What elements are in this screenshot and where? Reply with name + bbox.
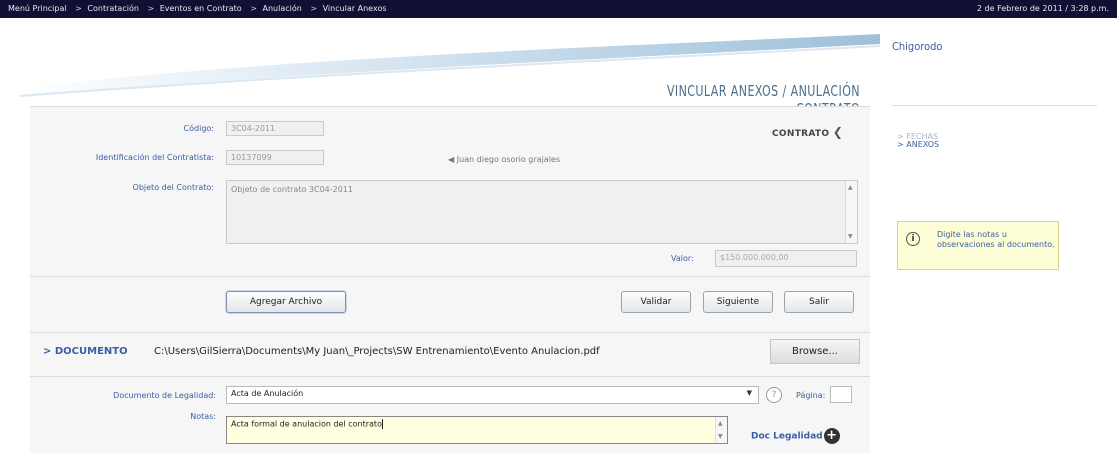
notas-scrollbar[interactable]: ▲ ▼ [715,417,727,443]
speaker-icon: ◀ [448,155,455,164]
doc-legalidad-link[interactable]: Doc Legalidad + [751,428,840,444]
documento-row: > DOCUMENTO C:\Users\GilSierra\Documents… [30,338,870,366]
documento-title: > DOCUMENTO [43,346,128,357]
sidebar-divider [892,105,1097,106]
breadcrumb-contratacion[interactable]: Contratación [87,4,139,13]
help-icon[interactable]: ? [766,387,782,403]
objeto-label: Objeto del Contrato: [132,183,214,192]
divider [30,276,870,277]
breadcrumb-separator: > [147,4,155,13]
divider [30,376,870,377]
legalidad-label: Documento de Legalidad: [113,391,216,400]
breadcrumb-anulacion[interactable]: Anulación [262,4,301,13]
codigo-field[interactable]: 3C04-2011 [226,121,324,136]
breadcrumb-menu-principal[interactable]: Menú Principal [8,4,67,13]
breadcrumb: Menú Principal > Contratación > Eventos … [8,0,393,18]
identificacion-field[interactable]: 10137099 [226,150,324,165]
breadcrumb-separator: > [75,4,82,13]
current-datetime: 2 de Febrero de 2011 / 3:28 p.m. [976,4,1109,13]
validar-button[interactable]: Validar [621,291,691,313]
scroll-up-icon[interactable]: ▲ [848,184,853,191]
identificacion-label: Identificación del Contratista: [95,153,214,162]
chevron-down-icon[interactable]: ▼ [747,389,752,397]
browse-button[interactable]: Browse... [770,339,860,364]
valor-label: Valor: [671,254,694,263]
user-name: Chigorodo [892,40,943,53]
notas-label: Notas: [190,412,216,421]
objeto-text: Objeto de contrato 3C04-2011 [231,185,354,194]
tip-box: i Digite las notas u observaciones al do… [897,221,1059,270]
doc-legalidad-label[interactable]: Doc Legalidad [751,432,823,442]
siguiente-button[interactable]: Siguiente [703,291,773,313]
notas-textarea[interactable]: Acta formal de anulacion del contrato ▲ … [226,416,728,444]
notas-text: Acta formal de anulacion del contrato [231,419,382,429]
breadcrumb-vincular-anexos[interactable]: Vincular Anexos [323,4,387,13]
breadcrumb-separator: > [250,4,257,13]
scroll-down-icon[interactable]: ▼ [848,233,853,240]
codigo-label: Código: [183,124,214,133]
textarea-scrollbar[interactable]: ▲ ▼ [845,181,857,243]
scroll-up-icon[interactable]: ▲ [718,420,723,427]
collapse-arrow-icon[interactable]: ❮ [833,125,843,139]
divider [30,332,870,333]
objeto-textarea[interactable]: Objeto de contrato 3C04-2011 ▲ ▼ [226,180,858,244]
contrato-label: CONTRATO [772,129,830,139]
breadcrumb-eventos[interactable]: Eventos en Contrato [160,4,242,13]
divider [30,106,870,107]
legalidad-select[interactable]: Acta de Anulación ▼ [226,386,759,404]
contratista-name: Juan diego osorio grajales [456,155,560,164]
sidebar-link-anexos[interactable]: > ANEXOS [897,140,939,149]
tip-text: Digite las notas u observaciones al docu… [937,230,1055,249]
salir-button[interactable]: Salir [784,291,854,313]
agregar-archivo-button[interactable]: Agregar Archivo [226,291,346,313]
legalidad-selected: Acta de Anulación [231,389,304,398]
pagina-field[interactable] [830,386,852,403]
valor-field[interactable]: $150.000.000,00 [715,250,857,267]
plus-circle-icon[interactable]: + [823,428,840,444]
contrato-section-header: CONTRATO ❮ [772,125,843,139]
contract-form-panel: Código: 3C04-2011 CONTRATO ❮ Identificac… [30,106,870,453]
info-icon: i [906,232,920,246]
pagina-label: Página: [796,391,826,400]
text-cursor [381,419,383,429]
top-nav-bar: Menú Principal > Contratación > Eventos … [0,0,1117,18]
documento-path: C:\Users\GilSierra\Documents\My Juan\_Pr… [154,346,600,357]
breadcrumb-separator: > [310,4,318,13]
scroll-down-icon[interactable]: ▼ [718,433,723,440]
contratista-info: ◀ Juan diego osorio grajales [448,155,560,164]
